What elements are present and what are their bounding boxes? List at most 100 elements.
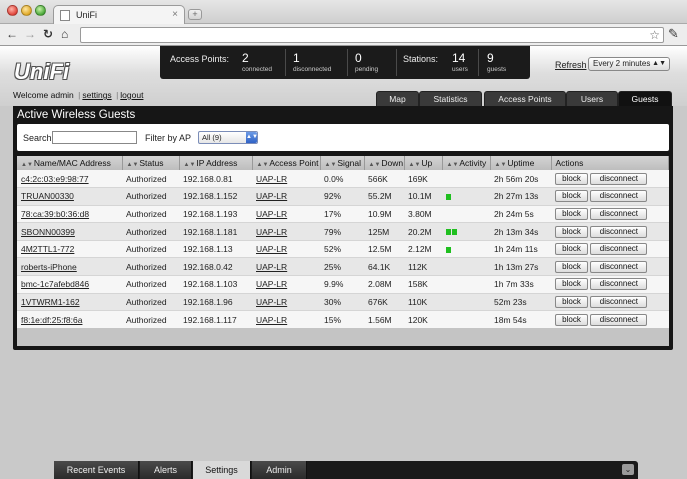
column-header-status[interactable]: ▲▼Status xyxy=(122,156,180,170)
access-point-link[interactable]: UAP-LR xyxy=(256,297,287,307)
bookmark-star-icon[interactable]: ☆ xyxy=(649,28,660,42)
disconnect-button[interactable]: disconnect xyxy=(590,172,648,185)
guest-name-link[interactable]: bmc-1c7afebd846 xyxy=(21,279,89,289)
guest-name-cell[interactable]: f8:1e:df:25:f8:6a xyxy=(17,310,122,329)
tab-statistics[interactable]: Statistics xyxy=(419,91,482,106)
disconnect-button[interactable]: disconnect xyxy=(590,295,648,308)
minimize-window-button[interactable] xyxy=(21,5,32,16)
column-header-activity[interactable]: ▲▼Activity xyxy=(442,156,491,170)
guest-name-link[interactable]: c4:2c:03:e9:98:77 xyxy=(21,174,89,184)
access-point-link[interactable]: UAP-LR xyxy=(256,244,287,254)
guest-name-cell[interactable]: 1VTWRM1-162 xyxy=(17,293,122,312)
bottom-tab-recent-events[interactable]: Recent Events xyxy=(54,461,139,479)
guest-name-cell[interactable]: c4:2c:03:e9:98:77 xyxy=(17,170,122,189)
access-point-cell[interactable]: UAP-LR xyxy=(252,310,320,329)
guest-name-cell[interactable]: SBONN00399 xyxy=(17,222,122,241)
guest-name-link[interactable]: TRUAN00330 xyxy=(21,191,74,201)
bottom-tab-admin[interactable]: Admin xyxy=(252,461,307,479)
back-arrow-icon[interactable]: ← xyxy=(6,27,18,41)
activity-cell xyxy=(442,293,490,312)
access-point-link[interactable]: UAP-LR xyxy=(256,191,287,201)
block-button[interactable]: block xyxy=(555,313,588,326)
reload-icon[interactable]: ↻ xyxy=(43,27,53,41)
access-point-cell[interactable]: UAP-LR xyxy=(252,222,320,241)
browser-tab[interactable]: UniFi × xyxy=(53,5,185,25)
down-cell: 12.5M xyxy=(364,240,404,259)
tab-guests[interactable]: Guests xyxy=(618,91,672,106)
block-button[interactable]: block xyxy=(555,207,588,220)
activity-cell xyxy=(442,257,490,277)
bottom-tab-settings[interactable]: Settings xyxy=(193,461,251,479)
bottom-tab-alerts[interactable]: Alerts xyxy=(140,461,192,479)
ip-cell: 192.168.1.103 xyxy=(179,275,252,294)
access-point-cell[interactable]: UAP-LR xyxy=(252,293,320,312)
block-button[interactable]: block xyxy=(555,260,588,273)
guest-name-cell[interactable]: 4M2TTL1-772 xyxy=(17,240,122,259)
tab-access-points[interactable]: Access Points xyxy=(484,91,566,106)
access-point-link[interactable]: UAP-LR xyxy=(256,279,287,289)
column-header-access-point[interactable]: ▲▼Access Point xyxy=(252,156,321,170)
search-input[interactable] xyxy=(52,131,137,144)
guest-name-cell[interactable]: bmc-1c7afebd846 xyxy=(17,275,122,294)
block-button[interactable]: block xyxy=(555,190,588,203)
access-point-link[interactable]: UAP-LR xyxy=(256,315,287,325)
home-icon[interactable]: ⌂ xyxy=(61,27,68,41)
guest-name-link[interactable]: 4M2TTL1-772 xyxy=(21,244,74,254)
guest-name-cell[interactable]: TRUAN00330 xyxy=(17,187,122,206)
activity-bar xyxy=(452,229,457,236)
forward-arrow-icon[interactable]: → xyxy=(24,27,36,41)
guest-name-link[interactable]: roberts-iPhone xyxy=(21,262,77,272)
access-point-cell[interactable]: UAP-LR xyxy=(252,205,320,224)
guest-name-link[interactable]: 78:ca:39:b0:36:d8 xyxy=(21,209,89,219)
disconnect-button[interactable]: disconnect xyxy=(590,190,648,203)
status-cell: Authorized xyxy=(122,222,179,241)
address-bar[interactable]: ☆ xyxy=(80,27,664,43)
guest-name-cell[interactable]: 78:ca:39:b0:36:d8 xyxy=(17,205,122,224)
access-point-cell[interactable]: UAP-LR xyxy=(252,257,320,277)
logout-link[interactable]: logout xyxy=(120,90,143,100)
filter-by-ap-select[interactable]: All (9) ▲▼ xyxy=(198,131,258,144)
expand-panel-icon[interactable]: ⌄ xyxy=(622,464,634,475)
disconnect-button[interactable]: disconnect xyxy=(590,225,648,238)
access-point-cell[interactable]: UAP-LR xyxy=(252,275,320,294)
refresh-interval-select[interactable]: Every 2 minutes ▲▼ xyxy=(588,57,670,71)
dropdown-arrow-icon: ▲▼ xyxy=(652,60,666,67)
access-point-cell[interactable]: UAP-LR xyxy=(252,187,320,206)
guest-name-link[interactable]: f8:1e:df:25:f8:6a xyxy=(21,315,82,325)
column-header-ip[interactable]: ▲▼IP Address xyxy=(179,156,253,170)
disconnect-button[interactable]: disconnect xyxy=(590,207,648,220)
column-header-name[interactable]: ▲▼Name/MAC Address xyxy=(17,156,123,170)
guest-name-cell[interactable]: roberts-iPhone xyxy=(17,257,122,277)
column-header-signal[interactable]: ▲▼Signal xyxy=(320,156,365,170)
access-point-link[interactable]: UAP-LR xyxy=(256,262,287,272)
block-button[interactable]: block xyxy=(555,172,588,185)
zoom-window-button[interactable] xyxy=(35,5,46,16)
column-header-uptime[interactable]: ▲▼Uptime xyxy=(490,156,552,170)
access-point-cell[interactable]: UAP-LR xyxy=(252,240,320,259)
new-tab-button[interactable]: + xyxy=(188,9,202,20)
block-button[interactable]: block xyxy=(555,295,588,308)
disconnect-button[interactable]: disconnect xyxy=(590,278,648,291)
access-point-cell[interactable]: UAP-LR xyxy=(252,170,320,189)
access-point-link[interactable]: UAP-LR xyxy=(256,209,287,219)
column-header-up[interactable]: ▲▼Up xyxy=(404,156,443,170)
settings-link[interactable]: settings xyxy=(82,90,111,100)
access-point-link[interactable]: UAP-LR xyxy=(256,174,287,184)
disconnect-button[interactable]: disconnect xyxy=(590,313,648,326)
tab-users[interactable]: Users xyxy=(566,91,618,106)
close-tab-icon[interactable]: × xyxy=(172,9,178,20)
column-header-down[interactable]: ▲▼Down xyxy=(364,156,405,170)
close-window-button[interactable] xyxy=(7,5,18,16)
up-cell: 3.80M xyxy=(404,205,442,224)
refresh-link[interactable]: Refresh xyxy=(555,60,587,70)
block-button[interactable]: block xyxy=(555,225,588,238)
guest-name-link[interactable]: SBONN00399 xyxy=(21,227,75,237)
block-button[interactable]: block xyxy=(555,278,588,291)
disconnect-button[interactable]: disconnect xyxy=(590,243,648,256)
tab-map[interactable]: Map xyxy=(376,91,419,106)
guest-name-link[interactable]: 1VTWRM1-162 xyxy=(21,297,80,307)
wrench-icon[interactable]: ✎ xyxy=(668,26,679,42)
block-button[interactable]: block xyxy=(555,243,588,256)
access-point-link[interactable]: UAP-LR xyxy=(256,227,287,237)
disconnect-button[interactable]: disconnect xyxy=(590,260,648,273)
